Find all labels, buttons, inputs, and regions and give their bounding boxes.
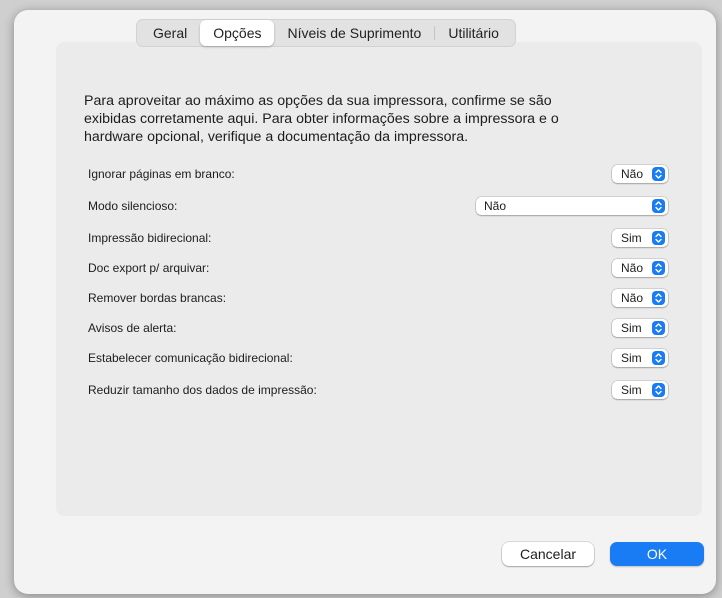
comunicacao-bidirecional-popup[interactable]: Sim [612, 349, 668, 367]
option-label: Modo silencioso: [88, 199, 178, 213]
tab-geral[interactable]: Geral [140, 20, 200, 46]
popup-value: Não [621, 167, 644, 181]
tab-niveis-de-suprimento[interactable]: Níveis de Suprimento [274, 20, 434, 46]
popup-value: Não [621, 291, 644, 305]
option-row-remover-bordas: Remover bordas brancas: Não [0, 289, 722, 309]
ignorar-paginas-popup[interactable]: Não [612, 165, 668, 183]
up-down-chevron-icon [652, 351, 665, 365]
option-row-comunicacao-bidirecional: Estabelecer comunicação bidirecional: Si… [0, 349, 722, 369]
avisos-de-alerta-popup[interactable]: Sim [612, 319, 668, 337]
option-row-impressao-bidirecional: Impressão bidirecional: Sim [0, 229, 722, 249]
doc-export-popup[interactable]: Não [612, 259, 668, 277]
option-label: Reduzir tamanho dos dados de impressão: [88, 383, 317, 397]
up-down-chevron-icon [652, 291, 665, 305]
modo-silencioso-popup[interactable]: Não [476, 197, 668, 215]
option-label: Ignorar páginas em branco: [88, 167, 235, 181]
impressao-bidirecional-popup[interactable]: Sim [612, 229, 668, 247]
reduzir-tamanho-popup[interactable]: Sim [612, 381, 668, 399]
options-description: Para aproveitar ao máximo as opções da s… [84, 92, 664, 146]
tab-bar: Geral Opções Níveis de Suprimento Utilit… [136, 19, 516, 47]
option-row-reduzir-tamanho: Reduzir tamanho dos dados de impressão: … [0, 381, 722, 401]
up-down-chevron-icon [652, 383, 665, 397]
up-down-chevron-icon [652, 261, 665, 275]
up-down-chevron-icon [652, 167, 665, 181]
up-down-chevron-icon [652, 321, 665, 335]
up-down-chevron-icon [652, 199, 665, 213]
option-row-doc-export: Doc export p/ arquivar: Não [0, 259, 722, 279]
description-line: hardware opcional, verifique a documenta… [84, 129, 469, 145]
popup-value: Não [484, 199, 507, 213]
popup-value: Não [621, 261, 644, 275]
option-row-ignorar-paginas: Ignorar páginas em branco: Não [0, 165, 722, 185]
option-label: Impressão bidirecional: [88, 231, 212, 245]
up-down-chevron-icon [652, 231, 665, 245]
option-row-modo-silencioso: Modo silencioso: Não [0, 197, 722, 217]
option-label: Estabelecer comunicação bidirecional: [88, 351, 293, 365]
option-row-avisos-de-alerta: Avisos de alerta: Sim [0, 319, 722, 339]
option-label: Remover bordas brancas: [88, 291, 227, 305]
tab-opcoes[interactable]: Opções [200, 20, 275, 46]
description-line: Para aproveitar ao máximo as opções da s… [84, 93, 552, 109]
description-line: exibidas corretamente aqui. Para obter i… [84, 111, 559, 127]
popup-value: Sim [621, 231, 642, 245]
cancel-button[interactable]: Cancelar [502, 542, 594, 566]
option-label: Doc export p/ arquivar: [88, 261, 210, 275]
remover-bordas-popup[interactable]: Não [612, 289, 668, 307]
tab-utilitario[interactable]: Utilitário [435, 20, 512, 46]
ok-button[interactable]: OK [610, 542, 704, 566]
popup-value: Sim [621, 321, 642, 335]
popup-value: Sim [621, 351, 642, 365]
option-label: Avisos de alerta: [88, 321, 177, 335]
popup-value: Sim [621, 383, 642, 397]
